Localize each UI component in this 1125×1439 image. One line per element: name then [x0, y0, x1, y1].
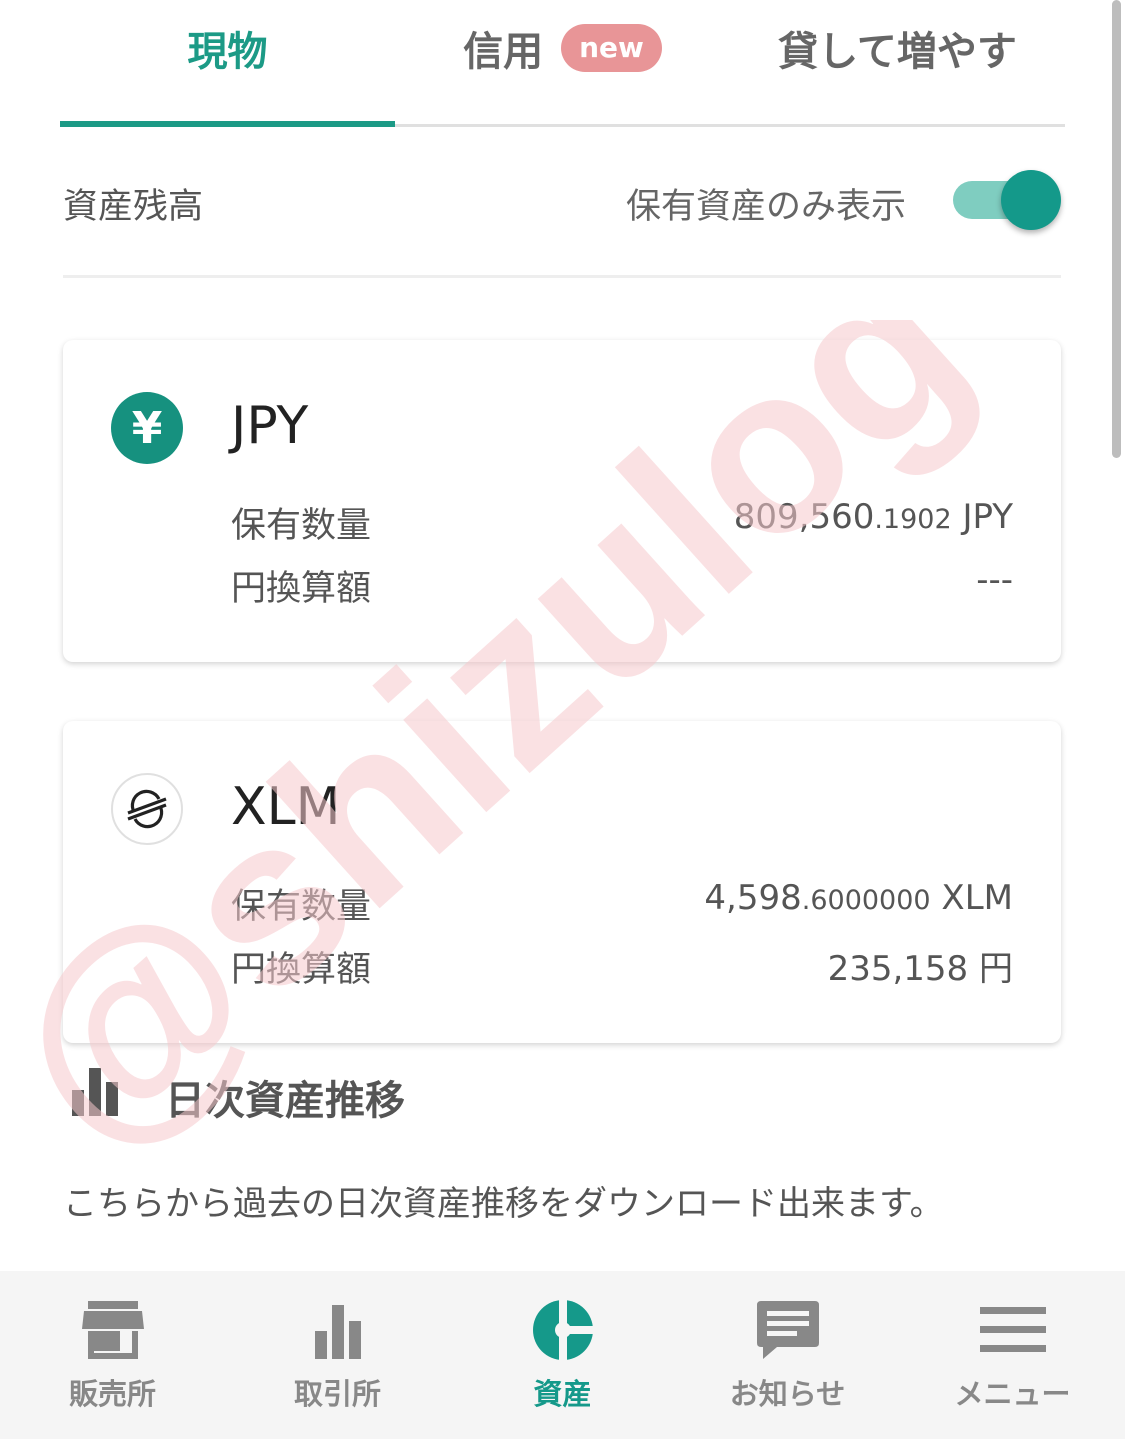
pie-chart-icon	[532, 1299, 595, 1361]
nav-menu[interactable]: メニュー	[900, 1271, 1125, 1439]
quantity-unit: JPY	[951, 497, 1013, 537]
daily-history-description: こちらから過去の日次資産推移をダウンロード出来ます。	[63, 1184, 944, 1224]
tab-lend[interactable]: 貸して増やす	[730, 0, 1065, 124]
menu-icon	[979, 1307, 1046, 1352]
nav-assets[interactable]: 資産	[450, 1271, 675, 1439]
tab-lend-label: 貸して増やす	[778, 29, 1017, 75]
holdings-only-label: 保有資産のみ表示	[625, 187, 906, 227]
nav-exchange[interactable]: 取引所	[225, 1271, 450, 1439]
balance-title: 資産残高	[63, 187, 204, 227]
quantity-integer: 809,560	[733, 497, 875, 537]
stellar-icon	[111, 773, 183, 845]
yen-value: 235,158 円	[827, 949, 1013, 989]
active-tab-indicator	[60, 121, 395, 127]
yen-value-label: 円換算額	[231, 950, 372, 990]
quantity-label: 保有数量	[231, 506, 372, 546]
scrollbar[interactable]	[1112, 0, 1121, 458]
tab-spot-label: 現物	[187, 29, 268, 75]
nav-news[interactable]: お知らせ	[675, 1271, 900, 1439]
divider	[63, 275, 1061, 278]
quantity-value: 4,598.6000000 XLM	[704, 878, 1013, 918]
bar-chart-icon	[72, 1068, 118, 1116]
tab-spot[interactable]: 現物	[60, 0, 395, 124]
quantity-value: 809,560.1902 JPY	[734, 497, 1013, 537]
tab-margin-label: 信用	[463, 29, 544, 75]
toggle-knob	[1001, 170, 1061, 230]
tab-margin[interactable]: 信用 new	[395, 0, 730, 124]
message-icon	[756, 1301, 819, 1359]
nav-assets-label: 資産	[533, 1377, 592, 1411]
quantity-integer: 4,598	[704, 878, 802, 918]
quantity-decimal: .6000000	[801, 885, 931, 916]
nav-news-label: お知らせ	[729, 1377, 846, 1411]
yen-value: ---	[976, 560, 1013, 600]
bar-chart-icon	[314, 1305, 361, 1359]
quantity-decimal: .1902	[874, 504, 952, 535]
yen-icon: ¥	[111, 392, 183, 464]
daily-history-title: 日次資産推移	[165, 1078, 405, 1124]
quantity-label: 保有数量	[231, 887, 372, 927]
quantity-unit: XLM	[930, 878, 1013, 918]
tab-bar: 現物 信用 new 貸して増やす	[60, 0, 1065, 127]
new-badge: new	[561, 24, 662, 72]
balance-header: 資産残高 保有資産のみ表示	[63, 160, 1061, 240]
yen-glyph: ¥	[131, 402, 163, 454]
nav-exchange-label: 取引所	[293, 1377, 381, 1411]
yen-value-label: 円換算額	[231, 569, 372, 609]
asset-card-xlm[interactable]: XLM 保有数量 4,598.6000000 XLM 円換算額 235,158 …	[63, 721, 1061, 1043]
nav-store-label: 販売所	[68, 1377, 156, 1411]
asset-card-jpy[interactable]: ¥ JPY 保有数量 809,560.1902 JPY 円換算額 ---	[63, 340, 1061, 662]
holdings-only-toggle[interactable]	[953, 170, 1061, 230]
asset-name: XLM	[231, 777, 341, 837]
asset-name: JPY	[231, 396, 309, 456]
bottom-nav: 販売所 取引所 資産 お知らせ メニュー	[0, 1271, 1125, 1439]
nav-store[interactable]: 販売所	[0, 1271, 225, 1439]
store-icon	[81, 1301, 144, 1359]
nav-menu-label: メニュー	[954, 1377, 1071, 1411]
